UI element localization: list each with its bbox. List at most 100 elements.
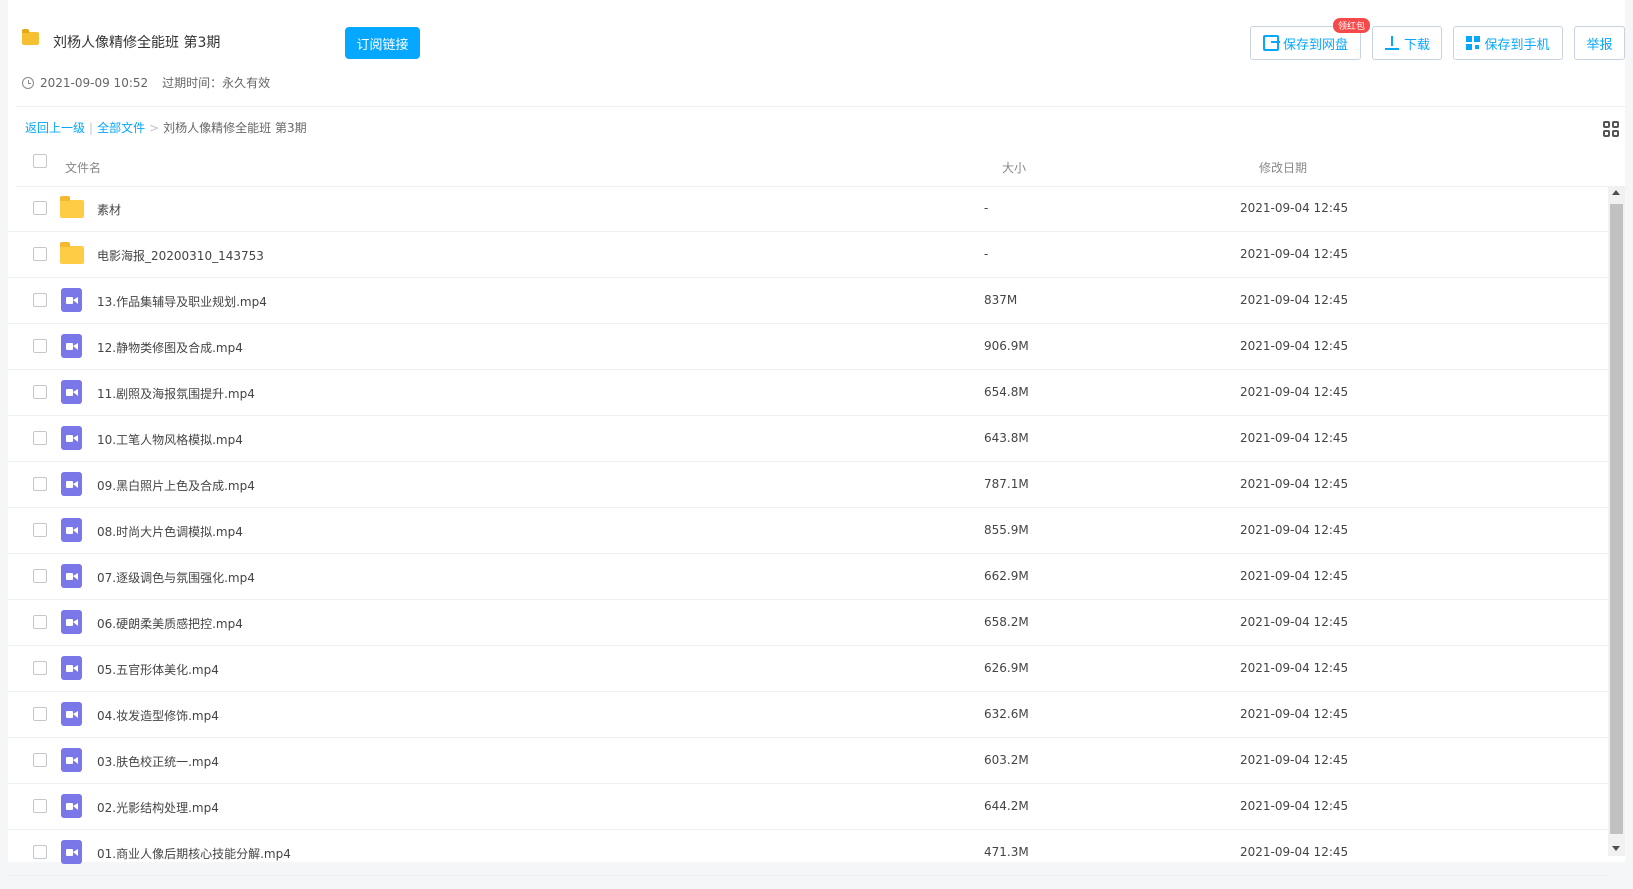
file-name[interactable]: 10.工笔人物风格模拟.mp4 <box>97 431 243 448</box>
table-row[interactable]: 电影海报_20200310_143753 - 2021-09-04 12:45 <box>8 232 1608 278</box>
grid-view-icon[interactable] <box>1603 121 1619 137</box>
table-row[interactable]: 03.肤色校正统一.mp4 603.2M 2021-09-04 12:45 <box>8 738 1608 784</box>
row-checkbox[interactable] <box>33 293 47 307</box>
folder-icon <box>22 29 39 45</box>
row-checkbox[interactable] <box>33 661 47 675</box>
file-size: 471.3M <box>984 845 1029 859</box>
row-checkbox[interactable] <box>33 569 47 583</box>
file-date: 2021-09-04 12:45 <box>1240 845 1349 859</box>
table-row[interactable]: 11.剧照及海报氛围提升.mp4 654.8M 2021-09-04 12:45 <box>8 370 1608 416</box>
scroll-up-icon[interactable] <box>1612 190 1620 195</box>
file-size: - <box>984 201 989 215</box>
table-row[interactable]: 09.黑白照片上色及合成.mp4 787.1M 2021-09-04 12:45 <box>8 462 1608 508</box>
row-checkbox[interactable] <box>33 339 47 353</box>
header-divider <box>16 106 1626 107</box>
table-row[interactable]: 10.工笔人物风格模拟.mp4 643.8M 2021-09-04 12:45 <box>8 416 1608 462</box>
file-date: 2021-09-04 12:45 <box>1240 523 1349 537</box>
page-title: 刘杨人像精修全能班 第3期 <box>53 35 221 51</box>
row-checkbox[interactable] <box>33 615 47 629</box>
file-name[interactable]: 电影海报_20200310_143753 <box>97 247 264 264</box>
scroll-down-icon[interactable] <box>1612 846 1620 851</box>
subscribe-button[interactable]: 订阅链接 <box>345 27 420 59</box>
video-file-icon <box>61 794 82 818</box>
column-header-size[interactable]: 大小 <box>1002 159 1026 176</box>
row-checkbox[interactable] <box>33 477 47 491</box>
row-checkbox[interactable] <box>33 523 47 537</box>
file-name[interactable]: 12.静物类修图及合成.mp4 <box>97 339 243 356</box>
download-label: 下载 <box>1403 37 1430 53</box>
file-name[interactable]: 07.逐级调色与氛围强化.mp4 <box>97 569 255 586</box>
table-row[interactable]: 12.静物类修图及合成.mp4 906.9M 2021-09-04 12:45 <box>8 324 1608 370</box>
table-row[interactable]: 04.妆发造型修饰.mp4 632.6M 2021-09-04 12:45 <box>8 692 1608 738</box>
file-name[interactable]: 08.时尚大片色调模拟.mp4 <box>97 523 243 540</box>
video-file-icon <box>61 380 82 404</box>
table-row[interactable]: 05.五官形体美化.mp4 626.9M 2021-09-04 12:45 <box>8 646 1608 692</box>
row-checkbox[interactable] <box>33 247 47 261</box>
table-row[interactable]: 01.商业人像后期核心技能分解.mp4 471.3M 2021-09-04 12:4… <box>8 830 1608 876</box>
report-button[interactable]: 举报 <box>1574 26 1625 60</box>
breadcrumb-back-link[interactable]: 返回上一级 <box>25 121 85 135</box>
file-date: 2021-09-04 12:45 <box>1240 615 1349 629</box>
table-row[interactable]: 08.时尚大片色调模拟.mp4 855.9M 2021-09-04 12:45 <box>8 508 1608 554</box>
row-checkbox[interactable] <box>33 845 47 859</box>
scroll-thumb[interactable] <box>1610 204 1623 834</box>
file-size: 643.8M <box>984 431 1029 445</box>
download-button[interactable]: 下载 <box>1372 26 1442 60</box>
file-list: 素材 - 2021-09-04 12:45 电影海报_20200310_143753 -… <box>8 186 1608 876</box>
file-date: 2021-09-04 12:45 <box>1240 385 1349 399</box>
file-name[interactable]: 06.硬朗柔美质感把控.mp4 <box>97 615 243 632</box>
file-size: 855.9M <box>984 523 1029 537</box>
share-meta: 2021-09-09 10:52 过期时间：永久有效 <box>22 74 270 91</box>
row-checkbox[interactable] <box>33 707 47 721</box>
select-all-checkbox[interactable] <box>33 154 47 168</box>
table-row[interactable]: 06.硬朗柔美质感把控.mp4 658.2M 2021-09-04 12:45 <box>8 600 1608 646</box>
red-packet-badge[interactable]: 领红包 <box>1333 18 1371 33</box>
row-checkbox[interactable] <box>33 799 47 813</box>
row-checkbox[interactable] <box>33 201 47 215</box>
save-to-pan-label: 保存到网盘 <box>1282 37 1348 53</box>
file-size: 644.2M <box>984 799 1029 813</box>
breadcrumb-all-files-link[interactable]: 全部文件 <box>97 121 145 135</box>
scrollbar[interactable] <box>1608 186 1625 856</box>
file-name[interactable]: 13.作品集辅导及职业规划.mp4 <box>97 293 267 310</box>
breadcrumb-current: 刘杨人像精修全能班 第3期 <box>163 121 307 135</box>
created-time: 2021-09-09 10:52 <box>40 75 149 90</box>
file-size: 662.9M <box>984 569 1029 583</box>
file-date: 2021-09-04 12:45 <box>1240 799 1349 813</box>
table-row[interactable]: 素材 - 2021-09-04 12:45 <box>8 186 1608 232</box>
column-header-date[interactable]: 修改日期 <box>1259 159 1307 176</box>
file-size: 632.6M <box>984 707 1029 721</box>
file-date: 2021-09-04 12:45 <box>1240 201 1349 215</box>
file-size: 658.2M <box>984 615 1029 629</box>
file-name[interactable]: 04.妆发造型修饰.mp4 <box>97 707 219 724</box>
column-header-name[interactable]: 文件名 <box>65 159 101 176</box>
file-date: 2021-09-04 12:45 <box>1240 569 1349 583</box>
file-name[interactable]: 09.黑白照片上色及合成.mp4 <box>97 477 255 494</box>
table-row[interactable]: 07.逐级调色与氛围强化.mp4 662.9M 2021-09-04 12:45 <box>8 554 1608 600</box>
file-name[interactable]: 02.光影结构处理.mp4 <box>97 799 219 816</box>
row-checkbox[interactable] <box>33 385 47 399</box>
download-icon <box>1384 35 1400 51</box>
folder-icon <box>60 242 84 264</box>
table-row[interactable]: 02.光影结构处理.mp4 644.2M 2021-09-04 12:45 <box>8 784 1608 830</box>
video-file-icon <box>61 748 82 772</box>
grid-cell <box>1603 121 1610 128</box>
file-date: 2021-09-04 12:45 <box>1240 293 1349 307</box>
file-name[interactable]: 03.肤色校正统一.mp4 <box>97 753 219 770</box>
save-to-phone-button[interactable]: 保存到手机 <box>1453 26 1563 60</box>
file-size: 626.9M <box>984 661 1029 675</box>
file-name[interactable]: 11.剧照及海报氛围提升.mp4 <box>97 385 255 402</box>
row-checkbox[interactable] <box>33 431 47 445</box>
save-to-phone-label: 保存到手机 <box>1484 37 1550 53</box>
file-size: 837M <box>984 293 1018 307</box>
table-row[interactable]: 13.作品集辅导及职业规划.mp4 837M 2021-09-04 12:45 <box>8 278 1608 324</box>
file-name[interactable]: 05.五官形体美化.mp4 <box>97 661 219 678</box>
row-checkbox[interactable] <box>33 753 47 767</box>
video-file-icon <box>61 702 82 726</box>
file-name[interactable]: 01.商业人像后期核心技能分解.mp4 <box>97 845 291 862</box>
folder-icon <box>60 196 84 218</box>
file-date: 2021-09-04 12:45 <box>1240 339 1349 353</box>
file-name[interactable]: 素材 <box>97 201 121 218</box>
file-size: 787.1M <box>984 477 1029 491</box>
file-size: 654.8M <box>984 385 1029 399</box>
